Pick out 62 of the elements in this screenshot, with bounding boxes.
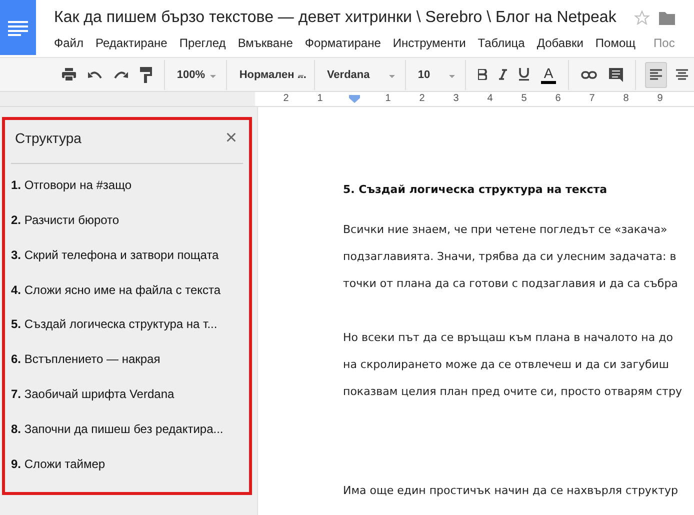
italic-icon[interactable] xyxy=(498,69,507,80)
docs-logo-icon[interactable] xyxy=(0,0,36,55)
last-edit-link[interactable]: Пос xyxy=(654,36,675,50)
outline-item[interactable]: 2. Разчисти бюрото xyxy=(11,212,243,248)
align-center-icon[interactable] xyxy=(676,69,688,80)
ruler-number: 8 xyxy=(622,93,630,105)
paint-format-icon[interactable] xyxy=(140,66,152,82)
underline-icon[interactable] xyxy=(518,68,529,81)
text-color-button[interactable]: A xyxy=(540,66,556,84)
align-left-button[interactable] xyxy=(644,62,668,88)
ruler-number: 4 xyxy=(486,93,494,105)
ruler-number: 6 xyxy=(554,93,562,105)
bold-icon[interactable] xyxy=(478,69,487,80)
print-icon[interactable] xyxy=(62,68,76,81)
font-dropdown[interactable]: Verdana xyxy=(320,68,400,80)
link-icon[interactable] xyxy=(581,70,598,78)
indent-marker-icon[interactable] xyxy=(349,95,360,103)
outline-item[interactable]: 7. Заобичай шрифта Verdana xyxy=(11,387,243,422)
text-line: Всички ние знаем, че при четене погледът се «закача» xyxy=(343,222,668,238)
ruler-number: 2 xyxy=(418,93,426,105)
folder-icon[interactable] xyxy=(659,11,676,25)
menu-item[interactable]: Редактиране xyxy=(96,36,168,50)
ruler-number: 2 xyxy=(282,93,290,105)
menu-item[interactable]: Преглед xyxy=(179,36,226,50)
close-button[interactable]: × xyxy=(225,128,237,148)
zoom-dropdown[interactable]: 100% xyxy=(170,68,220,80)
menu-item[interactable]: Форматиране xyxy=(304,36,381,50)
text-line: показвам целия план пред очите си, просто отварям стру xyxy=(343,384,682,400)
outline-item[interactable]: 4. Сложи ясно име на файла с текста xyxy=(11,282,243,318)
menu-item[interactable]: Добавки xyxy=(536,36,584,50)
undo-icon[interactable] xyxy=(88,70,102,80)
outline-item[interactable]: 8. Започни да пишеш без редактира... xyxy=(11,422,243,458)
ruler-number: 1 xyxy=(316,93,324,105)
outline-item[interactable]: 1. Отговори на #защо xyxy=(11,178,243,213)
menu-item[interactable]: Инструменти xyxy=(392,36,466,50)
ruler-number: 9 xyxy=(656,93,664,105)
ruler-number: 1 xyxy=(384,93,392,105)
menu-item[interactable]: Файл xyxy=(54,36,84,50)
ruler-number: 3 xyxy=(452,93,460,105)
text-line: на скролирането може да се отвлечеш и да си загубиш xyxy=(343,357,669,373)
text-line: Но всеки път да се връщаш към плана в началото на до xyxy=(343,330,673,346)
document-heading: 5. Създай логическа структура на текста xyxy=(343,183,608,196)
star-icon[interactable] xyxy=(634,10,650,26)
menu-item[interactable]: Таблица xyxy=(478,36,525,50)
outline-item[interactable]: 5. Създай логическа структура на т... xyxy=(11,317,243,352)
ruler-number: 5 xyxy=(520,93,528,105)
ruler-number: 7 xyxy=(588,93,596,105)
outline-item[interactable]: 6. Встъплението — накрая xyxy=(11,352,243,388)
document-title[interactable]: Как да пишем бързо текстове — девет хитринки \ Serebro \ Блог на Netpeak xyxy=(54,9,616,27)
outline-title: Структура xyxy=(15,130,82,146)
comment-icon[interactable] xyxy=(609,68,624,82)
outline-item[interactable]: 3. Скрий телефона и затвори пощата xyxy=(11,248,243,283)
text-line: точки от плана да са готови с подзаглавия и да са събра xyxy=(343,276,678,292)
redo-icon[interactable] xyxy=(114,70,128,80)
text-line: подзаглавията. Значи, трябва да си улесним задачата: в xyxy=(343,249,676,265)
menu-item[interactable]: Вмъкване xyxy=(238,36,293,50)
text-line: Има още един простичък начин да се нахвърля структур xyxy=(343,483,678,499)
menu-item[interactable]: Помощ xyxy=(595,36,636,50)
align-left-icon xyxy=(650,69,662,80)
ruler[interactable]: 2 1 1 2 3 4 5 6 7 8 9 xyxy=(255,92,694,106)
outline-item[interactable]: 9. Сложи таймер xyxy=(11,457,243,492)
font-size-dropdown[interactable]: 10 xyxy=(412,68,460,80)
